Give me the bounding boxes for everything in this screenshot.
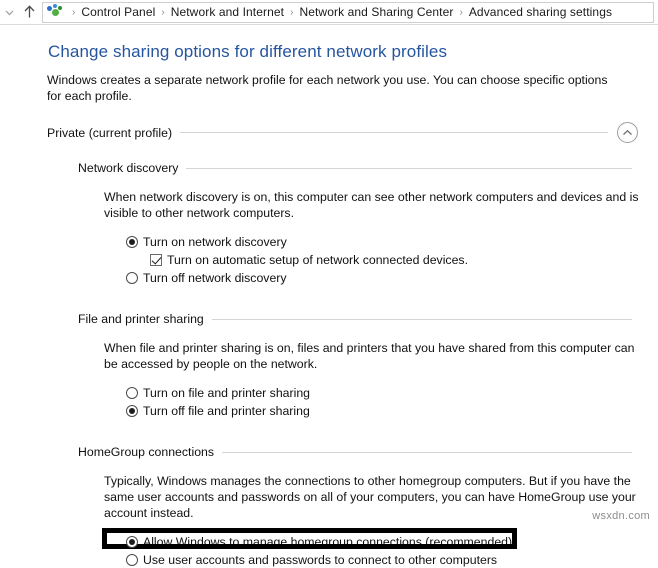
chevron-down-icon[interactable] — [2, 8, 16, 17]
section-file-and-printer-sharing: File and printer sharing When file and p… — [78, 312, 634, 419]
option-group: Allow Windows to manage homegroup connec… — [102, 528, 632, 568]
page-description: Windows creates a separate network profi… — [47, 73, 608, 103]
breadcrumb-separator: › — [290, 6, 294, 18]
divider — [186, 167, 632, 169]
breadcrumb-item-network-and-internet[interactable]: Network and Internet — [170, 5, 285, 19]
radio-icon[interactable] — [126, 236, 138, 248]
breadcrumb-separator: › — [161, 6, 165, 18]
option-label: Turn off file and printer sharing — [143, 404, 310, 418]
option-group: Turn on file and printer sharing Turn of… — [126, 385, 632, 419]
radio-icon[interactable] — [126, 554, 138, 566]
option-label: Turn on automatic setup of network conne… — [167, 253, 468, 267]
option-label: Turn on network discovery — [143, 235, 287, 249]
radio-icon[interactable] — [126, 387, 138, 399]
up-arrow-icon[interactable] — [16, 5, 42, 19]
section-heading-row: Network discovery — [78, 161, 632, 175]
section-description: When network discovery is on, this compu… — [104, 190, 639, 220]
breadcrumb-separator: › — [72, 6, 76, 18]
chevron-up-icon[interactable] — [617, 122, 638, 143]
radio-icon[interactable] — [126, 405, 138, 417]
section-homegroup-connections: HomeGroup connections Typically, Windows… — [78, 445, 636, 568]
address-bar: › Control Panel › Network and Internet ›… — [0, 0, 658, 25]
option-label: Use user accounts and passwords to conne… — [143, 553, 498, 567]
radio-icon[interactable] — [126, 536, 138, 548]
checkbox-icon[interactable] — [150, 254, 162, 266]
watermark: wsxdn.com — [592, 510, 650, 522]
section-heading: HomeGroup connections — [78, 445, 215, 459]
network-sharing-icon — [47, 4, 65, 20]
breadcrumb-separator: › — [459, 6, 463, 18]
section-heading: File and printer sharing — [78, 312, 204, 326]
profile-header-private[interactable]: Private (current profile) — [47, 122, 640, 143]
section-heading-row: File and printer sharing — [78, 312, 632, 326]
option-turn-off-file-and-printer-sharing[interactable]: Turn off file and printer sharing — [126, 403, 632, 419]
main-content: Change sharing options for different net… — [0, 42, 658, 568]
section-description: Typically, Windows manages the connectio… — [104, 474, 636, 520]
option-group: Turn on network discovery Turn on automa… — [126, 234, 632, 286]
section-heading-row: HomeGroup connections — [78, 445, 632, 459]
section-network-discovery: Network discovery When network discovery… — [78, 161, 639, 286]
divider — [211, 318, 632, 320]
breadcrumb-item-network-and-sharing-center[interactable]: Network and Sharing Center — [298, 5, 454, 19]
option-label: Allow Windows to manage homegroup connec… — [143, 535, 513, 549]
option-label: Turn on file and printer sharing — [143, 386, 311, 400]
section-description: When file and printer sharing is on, fil… — [104, 341, 635, 371]
option-turn-off-network-discovery[interactable]: Turn off network discovery — [126, 270, 632, 286]
radio-icon[interactable] — [126, 272, 138, 284]
divider — [222, 451, 632, 453]
option-use-user-accounts-passwords[interactable]: Use user accounts and passwords to conne… — [126, 552, 632, 568]
section-heading: Network discovery — [78, 161, 179, 175]
option-allow-windows-manage-homegroup[interactable]: Allow Windows to manage homegroup connec… — [126, 534, 632, 550]
profile-label: Private (current profile) — [47, 125, 173, 140]
breadcrumb-item-advanced-sharing-settings[interactable]: Advanced sharing settings — [468, 5, 613, 19]
option-turn-on-file-and-printer-sharing[interactable]: Turn on file and printer sharing — [126, 385, 632, 401]
breadcrumb-item-control-panel[interactable]: Control Panel — [80, 5, 156, 19]
option-turn-on-network-discovery[interactable]: Turn on network discovery — [126, 234, 632, 250]
breadcrumb[interactable]: › Control Panel › Network and Internet ›… — [42, 1, 654, 23]
page-title: Change sharing options for different net… — [48, 42, 448, 61]
divider — [180, 132, 608, 133]
option-automatic-setup-devices[interactable]: Turn on automatic setup of network conne… — [150, 252, 632, 268]
option-label: Turn off network discovery — [143, 271, 287, 285]
